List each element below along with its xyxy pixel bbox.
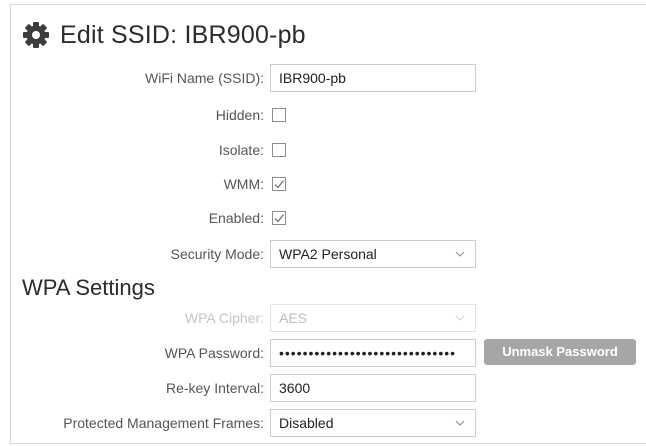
isolate-checkbox[interactable]: [272, 143, 286, 157]
security-mode-label: Security Mode:: [170, 246, 264, 262]
unmask-password-button[interactable]: Unmask Password: [484, 339, 636, 365]
checkmark-icon: [274, 214, 284, 223]
enabled-row: Enabled:: [0, 204, 646, 232]
security-mode-value: WPA2 Personal: [279, 246, 377, 262]
wmm-checkbox[interactable]: [272, 177, 286, 191]
enabled-checkbox[interactable]: [272, 211, 286, 225]
ssid-input[interactable]: IBR900-pb: [270, 64, 476, 92]
chevron-down-icon: [455, 315, 465, 321]
isolate-label: Isolate:: [218, 142, 264, 158]
wpa-password-input[interactable]: ••••••••••••••••••••••••••••••: [270, 339, 476, 367]
hidden-checkbox[interactable]: [272, 108, 286, 122]
enabled-label: Enabled:: [208, 210, 264, 226]
wpa-password-row: WPA Password: ••••••••••••••••••••••••••…: [0, 339, 646, 367]
chevron-down-icon: [455, 420, 465, 426]
security-mode-select[interactable]: WPA2 Personal: [270, 240, 476, 268]
gear-icon: [22, 21, 50, 49]
ssid-row: WiFi Name (SSID): IBR900-pb: [0, 64, 646, 92]
wpa-cipher-value: AES: [279, 310, 308, 326]
hidden-row: Hidden:: [0, 101, 646, 129]
wmm-label: WMM:: [223, 176, 264, 192]
wpa-password-label: WPA Password:: [164, 345, 264, 361]
rekey-interval-value: 3600: [279, 380, 311, 396]
rekey-interval-label: Re-key Interval:: [165, 380, 264, 396]
security-mode-row: Security Mode: WPA2 Personal: [0, 240, 646, 268]
wpa-cipher-row: WPA Cipher: AES: [0, 304, 646, 332]
isolate-row: Isolate:: [0, 136, 646, 164]
chevron-down-icon: [455, 251, 465, 257]
wpa-cipher-label: WPA Cipher:: [184, 310, 264, 326]
ssid-label: WiFi Name (SSID):: [145, 70, 264, 86]
checkmark-icon: [274, 180, 284, 189]
rekey-interval-row: Re-key Interval: 3600: [0, 374, 646, 402]
page-title-text: Edit SSID: IBR900-pb: [60, 20, 306, 49]
wpa-password-value: ••••••••••••••••••••••••••••••: [279, 345, 457, 361]
pmf-label: Protected Management Frames:: [63, 415, 264, 431]
pmf-value: Disabled: [279, 415, 334, 431]
wpa-settings-heading: WPA Settings: [22, 275, 155, 300]
ssid-value: IBR900-pb: [279, 70, 346, 86]
hidden-label: Hidden:: [215, 107, 264, 123]
page-title: Edit SSID: IBR900-pb: [22, 18, 306, 52]
rekey-interval-input[interactable]: 3600: [270, 374, 476, 402]
wmm-row: WMM:: [0, 170, 646, 198]
wpa-cipher-select: AES: [270, 304, 476, 332]
pmf-select[interactable]: Disabled: [270, 409, 476, 437]
pmf-row: Protected Management Frames: Disabled: [0, 409, 646, 437]
